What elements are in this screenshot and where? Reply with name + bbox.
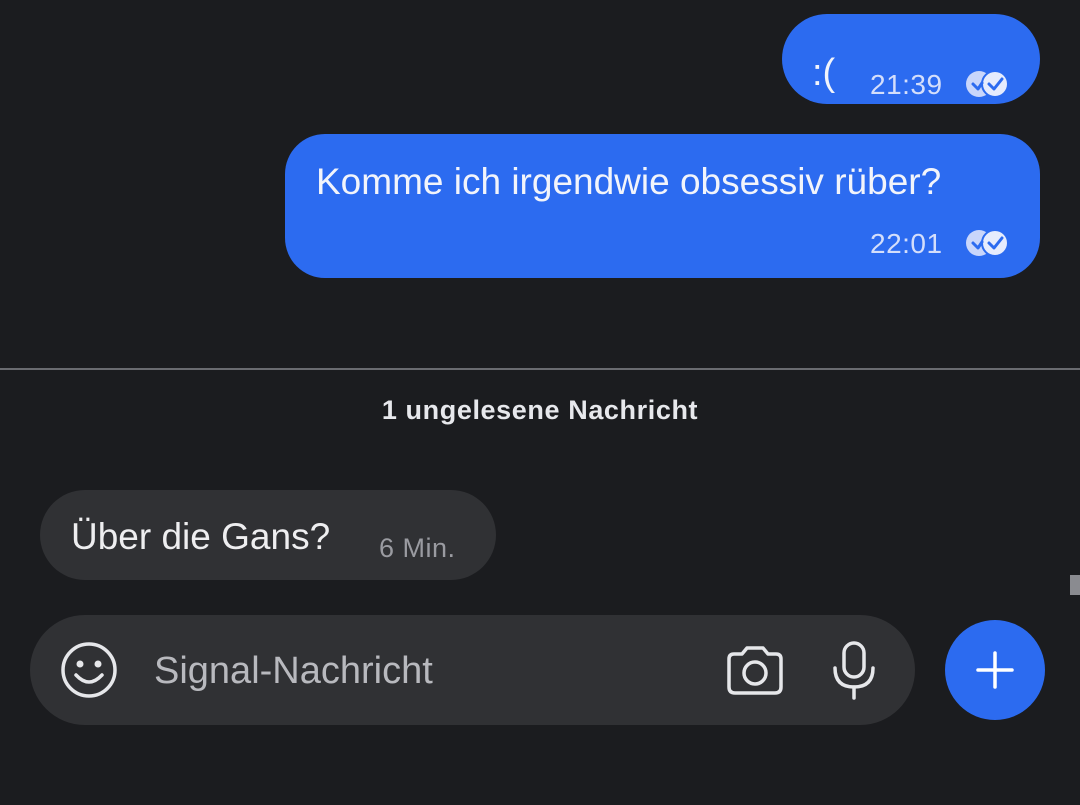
read-receipt-icon [964, 69, 1010, 99]
message-time: 22:01 [870, 228, 943, 259]
conversation-screen: :( 21:39 Komme ich irgendwie obsessiv rü… [0, 0, 1080, 805]
message-input[interactable] [154, 648, 714, 694]
outgoing-message[interactable]: :( 21:39 [782, 14, 1040, 104]
attach-button[interactable] [945, 620, 1045, 720]
message-time: 6 Min. [379, 533, 456, 563]
camera-icon[interactable] [725, 645, 785, 697]
scrollbar-thumb[interactable] [1070, 575, 1080, 595]
outgoing-message[interactable]: Komme ich irgendwie obsessiv rüber? 22:0… [285, 134, 1040, 278]
microphone-icon[interactable] [830, 640, 878, 702]
message-text: :( [812, 52, 836, 94]
unread-divider-line [0, 368, 1080, 370]
message-time: 21:39 [870, 69, 943, 100]
message-composer [30, 615, 915, 725]
read-receipt-icon [964, 228, 1010, 258]
plus-icon [976, 651, 1014, 689]
unread-divider-label: 1 ungelesene Nachricht [381, 395, 699, 425]
message-text: Über die Gans? [71, 516, 331, 557]
message-text: Komme ich irgendwie obsessiv rüber? [316, 161, 942, 202]
incoming-message[interactable]: Über die Gans? 6 Min. [40, 490, 496, 580]
emoji-icon[interactable] [60, 641, 118, 699]
